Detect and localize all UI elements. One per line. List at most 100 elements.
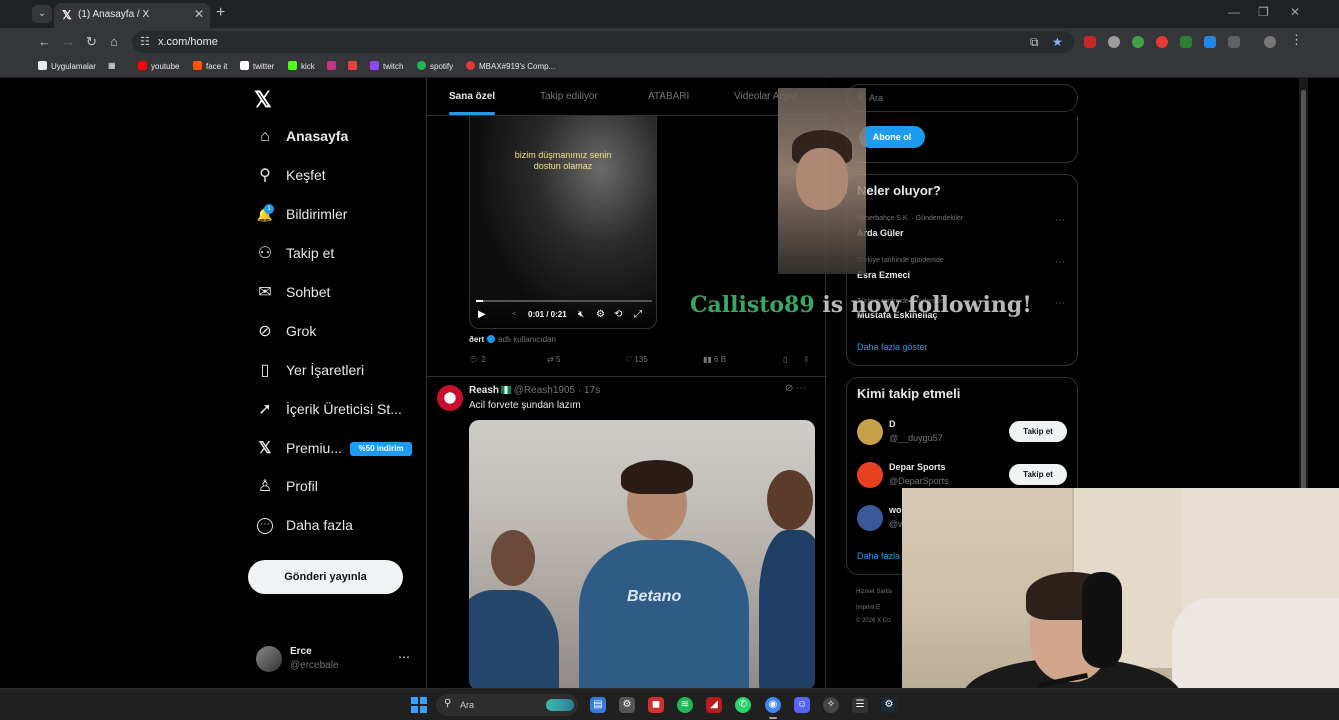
play-icon[interactable]: ▶ (478, 309, 486, 320)
bookmark-faceit[interactable]: face it (193, 61, 227, 71)
avatar[interactable] (437, 385, 463, 411)
follow-button[interactable]: Takip et (1009, 464, 1067, 485)
grok-icon[interactable]: ⊘ ⋯ (785, 383, 806, 394)
tweet-video[interactable]: bizim düşmanımız senin dostun olamaz ▶ ⁖… (469, 116, 657, 329)
suggestion-name[interactable]: D (889, 419, 896, 429)
bookmark-twitter[interactable]: twitter (240, 61, 274, 71)
sidebar-item-home[interactable]: ⌂ Anasayfa (254, 123, 444, 153)
sidebar-item-explore[interactable]: ⚲ Keşfet (254, 162, 444, 192)
views-button[interactable]: ▮▮ 6 B (703, 355, 726, 364)
bookmark-apps[interactable]: Uygulamalar (38, 61, 96, 71)
app-icon[interactable]: ◼ (648, 697, 664, 713)
extension-icon[interactable] (1180, 36, 1192, 48)
more-dots-icon[interactable]: ⋯ (1055, 298, 1065, 309)
tab-search-button[interactable]: ⌄ (32, 5, 52, 23)
app-icon[interactable]: ◢ (706, 697, 722, 713)
sidebar-item-creator-studio[interactable]: ➚ İçerik Üreticisi St... (254, 396, 444, 426)
sidebar-item-follow[interactable]: ⚇ Takip et (254, 240, 444, 270)
browser-menu-icon[interactable]: ⋮ (1290, 32, 1303, 48)
avatar[interactable] (857, 419, 883, 445)
show-more-link[interactable]: Daha fazla göster (857, 342, 928, 352)
bookmark-icon[interactable]: ▯ (783, 355, 787, 364)
address-bar[interactable]: ☷ x.com/home ⧉ ★ (132, 31, 1074, 53)
extension-icon[interactable] (1204, 36, 1216, 48)
follow-button[interactable]: Takip et (1009, 421, 1067, 442)
back-button[interactable]: ← (38, 34, 51, 49)
app-icon[interactable]: ✧ (823, 697, 839, 713)
sidebar-item-notifications[interactable]: 🔔 Bildirimler (254, 201, 444, 231)
taskbar-search-input[interactable]: ⚲ Ara (436, 694, 578, 716)
settings-gear-icon[interactable]: ⚙ (619, 697, 635, 713)
settings-gear-icon[interactable]: ⚙ (596, 309, 605, 320)
forward-button[interactable]: → (62, 34, 75, 49)
new-tab-button[interactable]: + (216, 4, 225, 22)
tab-atabari[interactable]: ATABARI (648, 91, 689, 102)
video-progress-bar[interactable] (476, 300, 652, 302)
steam-icon[interactable]: ⚙ (881, 697, 897, 713)
bookmark-spotify[interactable]: spotify (417, 61, 453, 71)
avatar[interactable] (857, 462, 883, 488)
share-icon[interactable]: ⇪ (803, 355, 810, 364)
more-dots-icon[interactable]: ⋯ (398, 650, 410, 664)
sidebar-item-grok[interactable]: ⊘ Grok (254, 318, 444, 348)
show-more-link[interactable]: Daha fazla (857, 551, 900, 561)
tweet-author-name[interactable]: Reash (469, 385, 499, 396)
bookmark-instagram[interactable] (327, 61, 340, 71)
source-author[interactable]: ðert (469, 335, 484, 344)
reply-button[interactable]: 💬︎ 2 (469, 355, 486, 364)
profile-avatar[interactable] (1264, 36, 1276, 48)
subscribe-button[interactable]: Abone ol (859, 126, 925, 148)
bookmark-star-icon[interactable]: ★ (1052, 35, 1063, 49)
search-input[interactable]: ⚲ Ara (846, 84, 1078, 112)
apps-grid-icon[interactable]: ▦ (108, 61, 116, 70)
sidebar-item-messages[interactable]: ✉ Sohbet (254, 279, 444, 309)
vpn-extension-icon[interactable] (1132, 36, 1144, 48)
tab-for-you[interactable]: Sana özel (449, 91, 495, 102)
minimize-button[interactable]: — (1228, 5, 1240, 19)
more-dots-icon[interactable]: ⋯ (1055, 257, 1065, 268)
mute-icon[interactable]: 🔇︎ (578, 309, 584, 320)
bookmark-youtube[interactable]: youtube (138, 61, 179, 71)
extension-icon[interactable] (1084, 36, 1096, 48)
more-dots-icon[interactable]: ⋯ (1055, 215, 1065, 226)
restore-button[interactable]: ❐ (1258, 5, 1269, 19)
spotify-icon[interactable]: ≋ (677, 697, 693, 713)
bookmark-twitch[interactable]: twitch (370, 61, 403, 71)
repost-button[interactable]: ⇄ 5 (547, 355, 560, 364)
post-button[interactable]: Gönderi yayınla (248, 560, 403, 594)
tab-following[interactable]: Takip ediliyor (540, 91, 598, 102)
browser-tab[interactable]: 𝕏 (1) Anasayfa / X ✕ (54, 3, 210, 28)
discord-icon[interactable]: ☺ (794, 697, 810, 713)
whatsapp-icon[interactable]: ✆ (735, 697, 751, 713)
close-tab-icon[interactable]: ✕ (194, 7, 204, 21)
sidebar-item-premium[interactable]: 𝕏 Premiu... (254, 435, 444, 465)
x-logo-icon[interactable]: 𝕏 (254, 87, 272, 113)
install-app-icon[interactable]: ⧉ (1030, 35, 1039, 50)
avatar[interactable] (857, 505, 883, 531)
repeat-icon[interactable]: ⟲ (614, 309, 622, 320)
site-info-icon[interactable]: ☷ (140, 35, 150, 48)
suggestion-name[interactable]: wo (889, 505, 902, 515)
sidebar-item-profile[interactable]: ♙ Profil (254, 473, 444, 503)
account-switcher[interactable]: Erce @ercebale ⋯ (256, 644, 416, 680)
suggestion-name[interactable]: Depar Sports (889, 462, 946, 472)
sidebar-item-bookmarks[interactable]: ▯ Yer İşaretleri (254, 357, 444, 387)
extensions-puzzle-icon[interactable] (1228, 36, 1240, 48)
footer-link[interactable]: İmprint E (856, 605, 880, 611)
windows-start-button[interactable] (411, 697, 427, 713)
chrome-icon[interactable]: ◉ (765, 697, 781, 719)
shield-extension-icon[interactable] (1108, 36, 1120, 48)
bookmark-mbax[interactable]: MBAX#919's Comp... (466, 61, 555, 71)
app-icon[interactable]: ☰ (852, 697, 868, 713)
close-window-button[interactable]: ✕ (1290, 5, 1300, 19)
sidebar-item-more[interactable]: ⋯ Daha fazla (254, 512, 444, 542)
tweet-media[interactable]: Betano (469, 420, 815, 688)
fullscreen-icon[interactable]: ⤢ (634, 309, 642, 320)
like-button[interactable]: ♡ 135 (625, 355, 648, 364)
extension-icon[interactable] (1156, 36, 1168, 48)
bookmark-gmail[interactable] (348, 61, 361, 71)
footer-link[interactable]: Hizmet Şartla (856, 589, 892, 595)
bookmark-kick[interactable]: kick (288, 61, 315, 71)
home-button[interactable]: ⌂ (110, 34, 118, 49)
file-explorer-icon[interactable]: ▤ (590, 697, 606, 713)
